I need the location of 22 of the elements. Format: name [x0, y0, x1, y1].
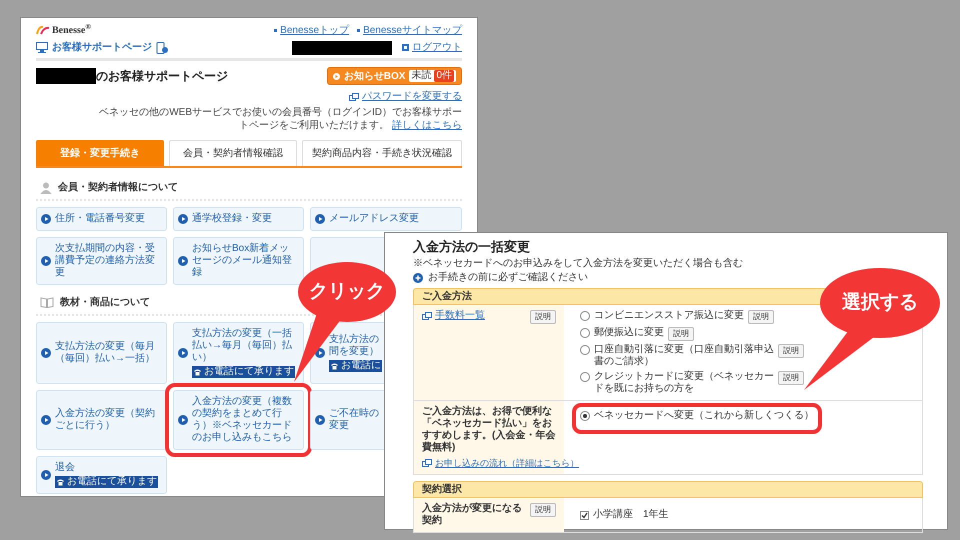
- section-heading: 会員・契約者情報について: [58, 180, 178, 195]
- badge-text: お電話にて承ります: [67, 476, 157, 488]
- option-label: コンビニエンスストア振込に変更: [594, 310, 744, 322]
- option-label: 郵便振込に変更: [594, 327, 664, 339]
- row-label: ご入金方法は、お得で便利な「ベネッセカード払い」をおすすめします。(入会金・年会費無料): [422, 406, 556, 454]
- note-text: ※ベネッセカードへのお申込みをして入金方法を変更いただく場合も含む: [413, 257, 744, 270]
- confirm-text: お手続きの前に必ずご確認ください: [428, 271, 588, 284]
- option-label: 口座自動引落に変更（口座自動引落申込書のご請求）: [594, 344, 774, 368]
- logo-text: Benesse$^{®}$: [52, 22, 91, 38]
- info-text: ベネッセの他のWEBサービスでお使いの会員番号（ログインID）でお客様サポートページをご利用いただけます。 詳しくはこちら: [98, 106, 462, 132]
- count-text: 0件: [434, 70, 454, 82]
- contract-label: 小学講座 1年生: [593, 509, 669, 521]
- row-label: 入金方法が変更になる契約: [422, 503, 523, 527]
- unread-label: 未読: [411, 70, 432, 82]
- section-header: 契約選択: [413, 481, 923, 498]
- badge-text: お電話にて承ります: [204, 366, 294, 378]
- section-heading: 教材・商品について: [60, 295, 150, 310]
- form-title: 入金方法の一括変更: [413, 239, 531, 255]
- option-label: ベネッセカードへ変更（これから新しくつくる）: [594, 410, 814, 422]
- badge-text: お電話に: [341, 360, 381, 372]
- page-title: のお客様サポートページ: [96, 68, 228, 85]
- option-label: クレジットカードに変更（ベネッセカードを既にお持ちの方を: [594, 371, 774, 395]
